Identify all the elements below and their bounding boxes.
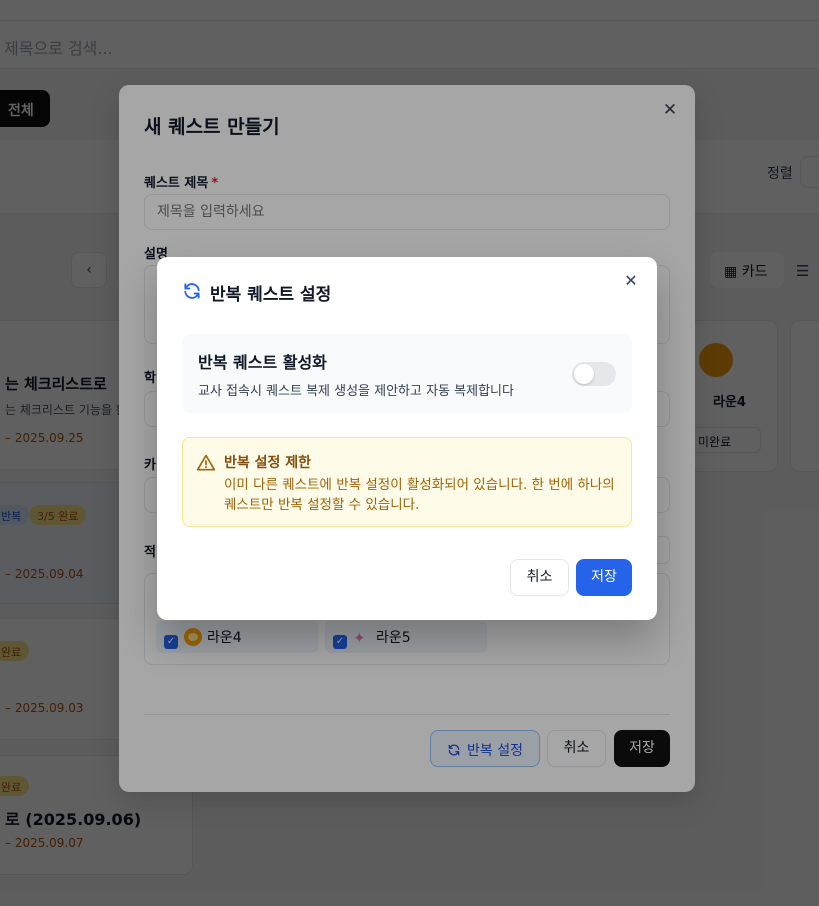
- close-icon[interactable]: ✕: [621, 271, 641, 291]
- refresh-icon: [184, 283, 200, 299]
- toggle-title: 반복 퀘스트 활성화: [198, 353, 327, 372]
- toggle-knob: [574, 364, 594, 384]
- save-button[interactable]: 저장: [576, 559, 632, 596]
- toggle-description: 교사 접속시 퀘스트 복제 생성을 제안하고 자동 복제합니다: [198, 384, 514, 399]
- warning-icon: [196, 454, 216, 471]
- warning-message: 이미 다른 퀘스트에 반복 설정이 활성화되어 있습니다. 한 번에 하나의 퀘…: [224, 477, 615, 513]
- repeat-quest-modal: 반복 퀘스트 설정 ✕ 반복 퀘스트 활성화 교사 접속시 퀘스트 복제 생성을…: [157, 257, 657, 620]
- cancel-button[interactable]: 취소: [510, 559, 569, 596]
- repeat-toggle-panel: 반복 퀘스트 활성화 교사 접속시 퀘스트 복제 생성을 제안하고 자동 복제합…: [182, 334, 632, 413]
- warning-box: 반복 설정 제한 이미 다른 퀘스트에 반복 설정이 활성화되어 있습니다. 한…: [182, 437, 632, 527]
- modal-title: 반복 퀘스트 설정: [210, 285, 332, 305]
- repeat-toggle-switch[interactable]: [572, 362, 616, 386]
- warning-title: 반복 설정 제한: [224, 455, 312, 471]
